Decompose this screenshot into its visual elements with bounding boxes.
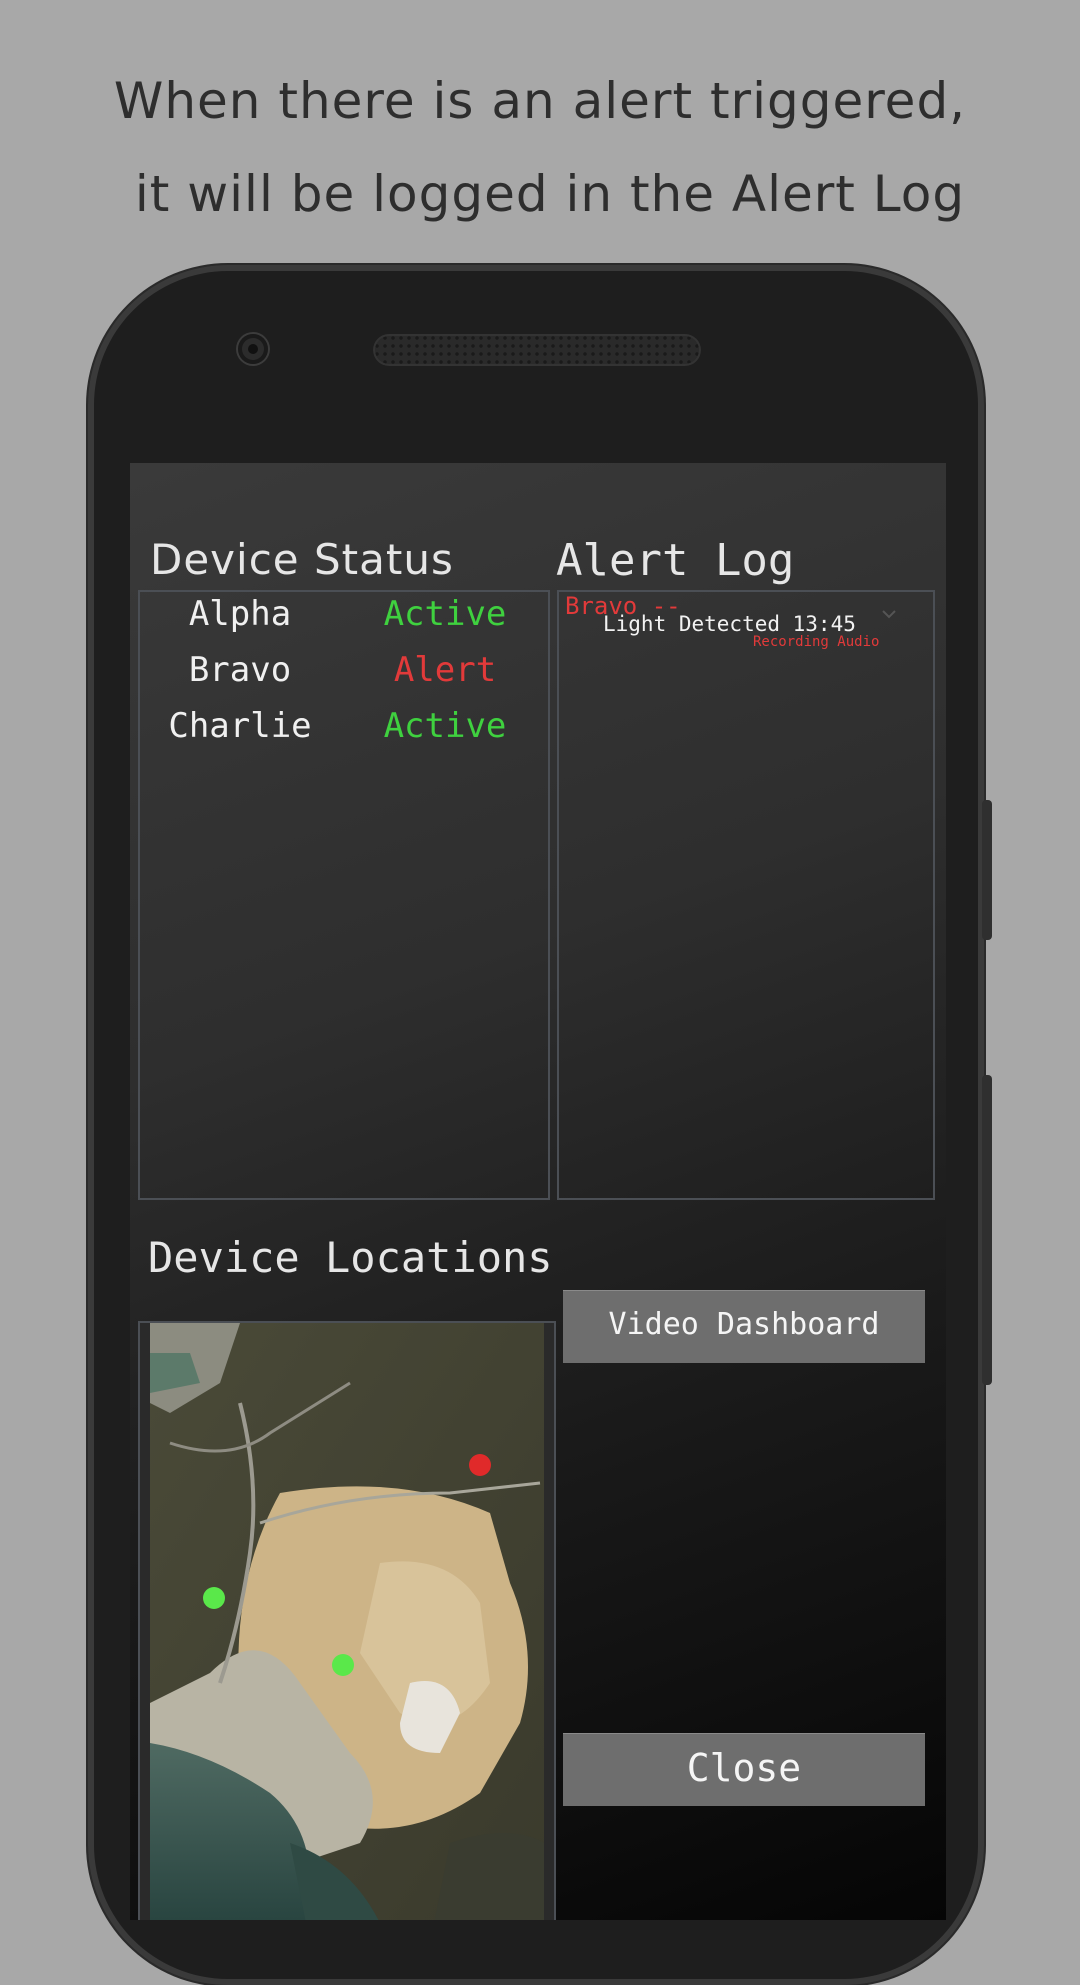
chevron-down-icon[interactable] bbox=[881, 606, 897, 622]
device-state: Active bbox=[383, 706, 507, 746]
app-screen: Device Status Alert Log Alpha Active Bra… bbox=[130, 463, 946, 1920]
alert-log-title: Alert Log bbox=[556, 535, 795, 586]
video-dashboard-button[interactable]: Video Dashboard bbox=[563, 1290, 925, 1363]
device-name: Bravo bbox=[188, 650, 292, 690]
alert-log-panel: Bravo -- Light Detected 13:45 Recording … bbox=[557, 590, 935, 1200]
alert-detail: Recording Audio bbox=[753, 634, 880, 650]
map-marker-bravo[interactable] bbox=[469, 1454, 491, 1476]
device-row[interactable]: Alpha Active bbox=[140, 594, 548, 650]
earpiece-speaker-icon bbox=[373, 334, 701, 366]
device-status-panel: Alpha Active Bravo Alert Charlie Active bbox=[138, 590, 550, 1200]
device-location-map[interactable] bbox=[138, 1321, 556, 1920]
satellite-map-image bbox=[150, 1323, 544, 1920]
device-name: Charlie bbox=[168, 706, 312, 746]
alert-message: Light Detected 13:45 bbox=[603, 612, 856, 636]
device-row[interactable]: Charlie Active bbox=[140, 706, 548, 762]
map-marker-charlie[interactable] bbox=[332, 1654, 354, 1676]
alert-log-entry[interactable]: Bravo -- Light Detected 13:45 Recording … bbox=[559, 592, 933, 652]
volume-button bbox=[982, 800, 992, 940]
device-state: Active bbox=[383, 594, 507, 634]
device-status-title: Device Status bbox=[150, 535, 454, 584]
device-row[interactable]: Bravo Alert bbox=[140, 650, 548, 706]
front-camera-icon bbox=[238, 334, 268, 364]
close-button[interactable]: Close bbox=[563, 1733, 925, 1806]
device-state: Alert bbox=[393, 650, 497, 690]
caption-line-2: it will be logged in the Alert Log bbox=[134, 165, 966, 223]
caption-line-1: When there is an alert triggered, bbox=[113, 72, 967, 130]
device-name: Alpha bbox=[188, 594, 292, 634]
power-button bbox=[982, 1075, 992, 1385]
map-marker-alpha[interactable] bbox=[203, 1587, 225, 1609]
device-locations-title: Device Locations bbox=[148, 1233, 553, 1282]
